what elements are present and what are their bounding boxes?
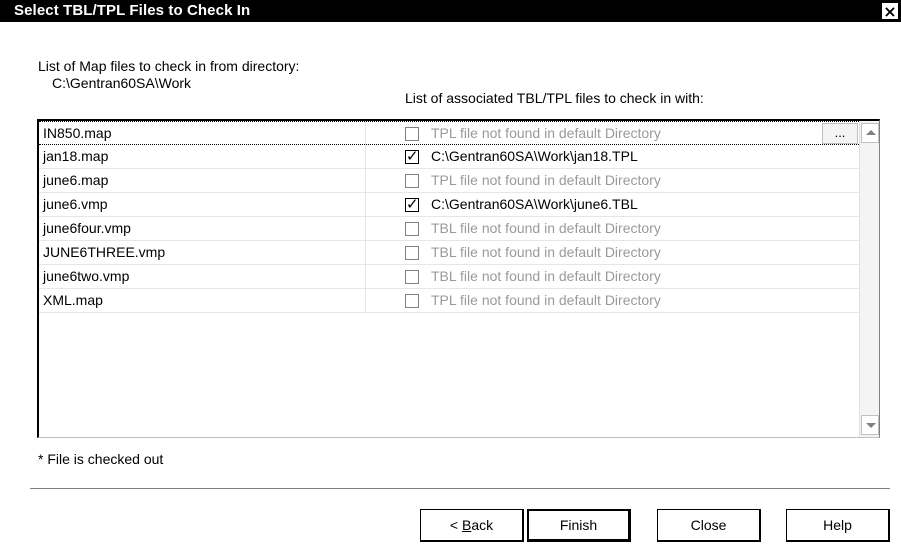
column-separator (365, 265, 366, 288)
column-separator (365, 241, 366, 264)
column-separator (365, 145, 366, 168)
include-checkbox[interactable] (405, 222, 419, 236)
map-file-name: XML.map (43, 292, 103, 308)
map-file-name: june6two.vmp (43, 268, 130, 284)
vertical-scrollbar[interactable] (859, 121, 879, 437)
column-separator (365, 289, 366, 312)
close-button[interactable]: Close (657, 509, 761, 542)
back-rest: ack (471, 517, 494, 533)
include-checkbox[interactable] (405, 174, 419, 188)
map-file-name: jan18.map (43, 148, 109, 164)
table-row[interactable]: IN850.map TPL file not found in default D… (39, 121, 861, 145)
arrow-down-icon (866, 423, 876, 428)
associated-file: TPL file not found in default Directory (431, 125, 661, 141)
column-separator (365, 122, 366, 145)
scroll-down-button[interactable] (861, 415, 879, 435)
file-grid[interactable]: IN850.map TPL file not found in default D… (37, 119, 880, 438)
help-button[interactable]: Help (786, 509, 890, 542)
table-row[interactable]: JUNE6THREE.vmp TBL file not found in defa… (39, 241, 861, 265)
include-checkbox[interactable] (405, 246, 419, 260)
directory-label: C:\Gentran60SA\Work (52, 75, 192, 91)
include-checkbox[interactable] (405, 195, 419, 213)
associated-file: C:\Gentran60SA\Work\june6.TBL (431, 196, 638, 212)
finish-button[interactable]: Finish (527, 509, 631, 542)
back-button[interactable]: < Back (420, 509, 524, 542)
back-mnemonic: B (461, 517, 472, 533)
assoc-list-label: List of associated TBL/TPL files to chec… (405, 90, 704, 106)
divider (30, 488, 890, 490)
arrow-up-icon (866, 130, 876, 135)
title-bar: Select TBL/TPL Files to Check In × (0, 0, 901, 22)
map-list-label: List of Map files to check in from direc… (38, 58, 300, 74)
window-title: Select TBL/TPL Files to Check In (14, 2, 251, 19)
table-row[interactable]: june6.map TPL file not found in default D… (39, 169, 861, 193)
table-row[interactable]: june6.vmp C:\Gentran60SA\Work\june6.TBL (39, 193, 861, 217)
associated-file: TBL file not found in default Directory (431, 220, 661, 236)
associated-file: TBL file not found in default Directory (431, 268, 661, 284)
column-separator (365, 169, 366, 192)
include-checkbox[interactable] (405, 127, 419, 141)
include-checkbox[interactable] (405, 270, 419, 284)
close-icon[interactable]: × (881, 2, 899, 20)
associated-file: C:\Gentran60SA\Work\jan18.TPL (431, 148, 638, 164)
checked-out-note: * File is checked out (38, 451, 164, 467)
map-file-name: june6four.vmp (43, 220, 131, 236)
associated-file: TBL file not found in default Directory (431, 244, 661, 260)
map-file-name: june6.map (43, 172, 109, 188)
map-file-name: june6.vmp (43, 196, 108, 212)
file-rows: IN850.map TPL file not found in default D… (39, 121, 861, 313)
table-row[interactable]: XML.map TPL file not found in default Dir… (39, 289, 861, 313)
include-checkbox[interactable] (405, 294, 419, 308)
back-prefix: < (449, 517, 462, 533)
associated-file: TPL file not found in default Directory (431, 292, 661, 308)
include-checkbox[interactable] (405, 147, 419, 165)
table-row[interactable]: june6two.vmp TBL file not found in defaul… (39, 265, 861, 289)
map-file-name: IN850.map (43, 125, 112, 141)
table-row[interactable]: jan18.map C:\Gentran60SA\Work\jan18.TPL (39, 145, 861, 169)
map-file-name: JUNE6THREE.vmp (43, 244, 166, 260)
column-separator (365, 217, 366, 240)
scroll-up-button[interactable] (861, 123, 879, 143)
column-separator (365, 193, 366, 216)
table-row[interactable]: june6four.vmp TBL file not found in defau… (39, 217, 861, 241)
associated-file: TPL file not found in default Directory (431, 172, 661, 188)
browse-button[interactable]: ... (822, 123, 858, 144)
